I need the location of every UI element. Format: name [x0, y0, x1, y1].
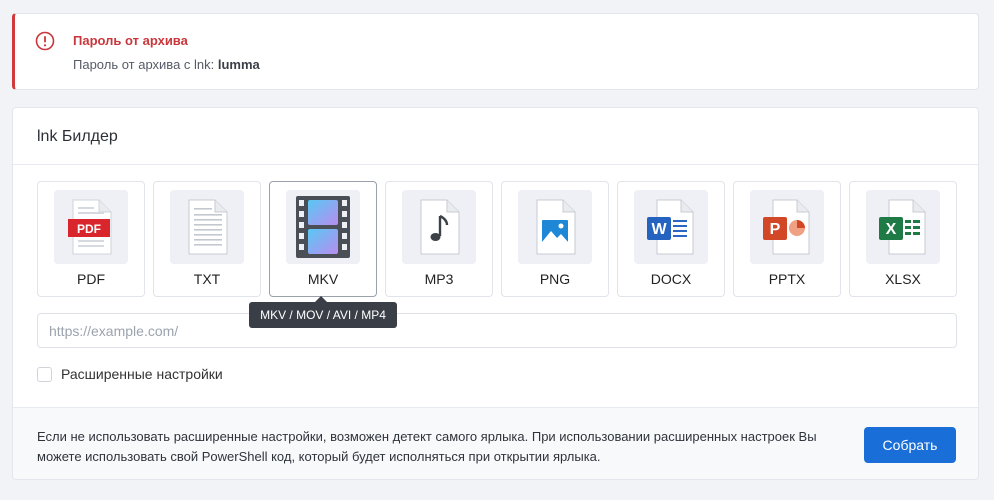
- format-tile: PDF: [54, 190, 128, 264]
- format-label: DOCX: [650, 271, 692, 287]
- svg-text:P: P: [770, 221, 781, 238]
- format-label: PNG: [539, 271, 571, 287]
- alert-text-prefix: Пароль от архива с lnk:: [73, 57, 218, 72]
- alert-text: Пароль от архива с lnk: lumma: [73, 57, 260, 72]
- exclamation-circle-icon: [35, 31, 55, 51]
- format-selector: PDF PDF TXT MKV MP3 PNG W DOCX P PPTX X …: [37, 181, 957, 297]
- format-label: MP3: [424, 271, 454, 287]
- image-file-icon: [536, 199, 576, 255]
- builder-title: lnk Билдер: [13, 108, 978, 165]
- format-option-mkv[interactable]: MKV: [269, 181, 377, 297]
- archive-password-value: lumma: [217, 57, 260, 72]
- advanced-settings-label: Расширенные настройки: [61, 366, 223, 382]
- url-input[interactable]: [37, 313, 957, 348]
- advanced-settings-checkbox[interactable]: [37, 366, 52, 382]
- format-tile: [518, 190, 592, 264]
- format-tile: [170, 190, 244, 264]
- svg-text:PDF: PDF: [77, 222, 101, 236]
- excel-file-icon: X: [879, 199, 926, 255]
- format-label: PDF: [77, 271, 105, 287]
- format-tile: P: [750, 190, 824, 264]
- format-option-pptx[interactable]: P PPTX: [733, 181, 841, 297]
- word-file-icon: W: [647, 199, 694, 255]
- format-label: XLSX: [885, 271, 921, 287]
- format-tile: X: [866, 190, 940, 264]
- pdf-file-icon: PDF: [68, 199, 112, 255]
- music-note-file-icon: [420, 199, 460, 255]
- svg-text:X: X: [886, 221, 897, 238]
- format-tooltip: MKV / MOV / AVI / MP4: [249, 296, 397, 328]
- build-button[interactable]: Собрать: [864, 427, 956, 463]
- lnk-builder-card: lnk Билдер PDF PDF TXT MKV MP3 PNG W DOC…: [12, 107, 979, 480]
- archive-password-alert: Пароль от архива Пароль от архива с lnk:…: [12, 13, 979, 90]
- format-option-pdf[interactable]: PDF PDF: [37, 181, 145, 297]
- alert-title: Пароль от архива: [73, 33, 188, 48]
- builder-footer: Если не использовать расширенные настрой…: [13, 407, 978, 479]
- format-option-png[interactable]: PNG: [501, 181, 609, 297]
- powerpoint-file-icon: P: [763, 199, 810, 255]
- format-option-xlsx[interactable]: X XLSX: [849, 181, 957, 297]
- svg-text:W: W: [651, 221, 667, 238]
- format-option-mp3[interactable]: MP3: [385, 181, 493, 297]
- format-label: TXT: [193, 271, 221, 287]
- text-file-icon: [188, 199, 228, 255]
- film-strip-icon: [296, 196, 350, 258]
- format-tile: [402, 190, 476, 264]
- advanced-settings-toggle[interactable]: Расширенные настройки: [37, 365, 223, 383]
- format-label: PPTX: [768, 271, 806, 287]
- format-tile: W: [634, 190, 708, 264]
- format-tile: [286, 190, 360, 264]
- format-label: MKV: [307, 271, 339, 287]
- advanced-settings-note: Если не использовать расширенные настрой…: [37, 429, 817, 464]
- format-option-txt[interactable]: TXT: [153, 181, 261, 297]
- format-option-docx[interactable]: W DOCX: [617, 181, 725, 297]
